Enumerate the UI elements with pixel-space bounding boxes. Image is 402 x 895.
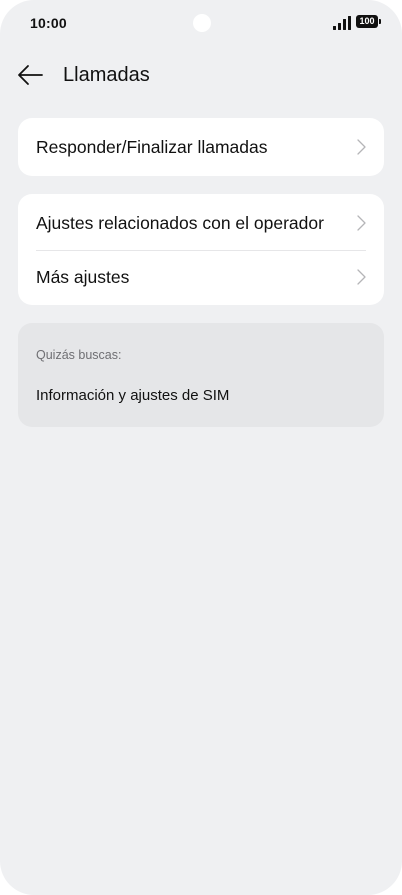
suggestion-sim-settings[interactable]: Información y ajustes de SIM [36,387,229,404]
signal-icon [333,16,351,30]
chevron-right-icon [357,269,366,285]
chevron-right-icon [357,139,366,155]
chevron-right-icon [357,215,366,231]
battery-icon: 100 [356,15,381,28]
arrow-left-icon[interactable] [16,63,44,87]
row-more-settings[interactable]: Más ajustes [18,249,384,305]
row-answer-end-calls[interactable]: Responder/Finalizar llamadas [18,119,384,175]
settings-card-calls: Responder/Finalizar llamadas [18,118,384,176]
row-label: Ajustes relacionados con el operador [36,213,324,233]
row-operator-settings[interactable]: Ajustes relacionados con el operador [18,195,384,251]
screen: 10:00 100 Llamadas Responder/Finalizar l… [0,0,402,895]
camera-cutout [193,14,211,32]
status-bar: 10:00 100 [0,0,402,48]
suggestions-card: Quizás buscas: Información y ajustes de … [18,323,384,427]
suggestions-heading: Quizás buscas: [36,348,122,362]
row-label: Más ajustes [36,267,130,287]
row-label: Responder/Finalizar llamadas [36,137,268,157]
page-title: Llamadas [63,64,150,86]
status-time: 10:00 [30,15,67,31]
settings-card-operator: Ajustes relacionados con el operador Más… [18,194,384,305]
